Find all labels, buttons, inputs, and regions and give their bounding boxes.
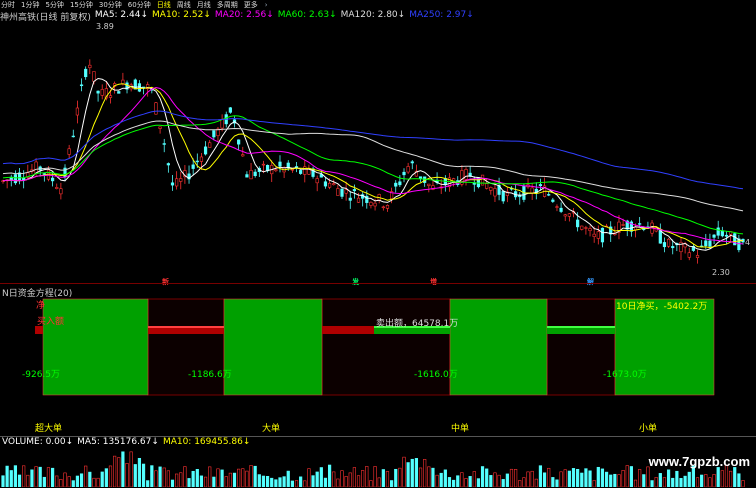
fund-corner-label: 净 [36, 301, 46, 311]
period-button-8[interactable]: 月线 [196, 0, 212, 9]
net-buy-text: 10日净买，-5402.2万 [616, 302, 708, 312]
group-box-4 [614, 298, 715, 396]
buy-amount-text: 买入额 [37, 317, 65, 327]
period-button-1[interactable]: 1分钟 [20, 0, 40, 9]
watermark-text: www.7gpzb.com [648, 454, 750, 469]
period-button-9[interactable]: 多周期 [216, 0, 239, 9]
period-button-3[interactable]: 15分钟 [69, 0, 94, 9]
ma-legend: 神州高铁(日线 前复权) MA5: 2.44↓ MA10: 2.52↓ MA20: … [0, 10, 474, 23]
legend-item-1: MA10: 2.52↓ [152, 10, 211, 20]
low-price-label: 2.30 [712, 268, 730, 277]
volume-chart[interactable] [0, 446, 756, 487]
group-name-4: 小单 [639, 424, 658, 434]
period-toolbar: 分时 1分钟 5分钟 15分钟 30分钟 60分钟 日线 周线 月线 多周期 更多 › [0, 0, 756, 9]
high-price-label: 3.89 [96, 22, 114, 31]
group-name-3: 中单 [451, 424, 470, 434]
group-name-2: 大单 [262, 424, 281, 434]
group-value-4: -1673.0万 [603, 370, 647, 380]
chevron-right-icon[interactable]: › [265, 1, 268, 9]
stock-title: 神州高铁(日线 前复权) [0, 13, 91, 23]
candlestick-chart[interactable] [0, 21, 756, 283]
group-box-3 [449, 298, 548, 396]
legend-item-5: MA250: 2.97↓ [409, 10, 474, 20]
period-button-0[interactable]: 分时 [0, 0, 16, 9]
group-box-2 [223, 298, 323, 396]
legend-item-2: MA20: 2.56↓ [214, 10, 274, 20]
period-button-5[interactable]: 60分钟 [127, 0, 152, 9]
legend-item-0: MA5: 2.44↓ [94, 10, 149, 20]
period-button-2[interactable]: 5分钟 [44, 0, 64, 9]
group-value-3: -1616.0万 [414, 370, 458, 380]
group-value-2: -1186.6万 [188, 370, 232, 380]
period-button-10[interactable]: 更多 [243, 0, 259, 9]
legend-item-3: MA60: 2.63↓ [277, 10, 337, 20]
right-price-label: 4 [745, 238, 751, 247]
sell-amount-text: 卖出额，64578.1万 [376, 319, 459, 329]
group-value-1: -926.5万 [22, 370, 61, 380]
red-bar-2 [322, 326, 374, 334]
period-button-4[interactable]: 30分钟 [98, 0, 123, 9]
period-button-6[interactable]: 日线 [156, 0, 172, 9]
period-button-7[interactable]: 周线 [176, 0, 192, 9]
legend-item-4: MA120: 2.80↓ [340, 10, 406, 20]
group-name-1: 超大单 [35, 424, 63, 434]
